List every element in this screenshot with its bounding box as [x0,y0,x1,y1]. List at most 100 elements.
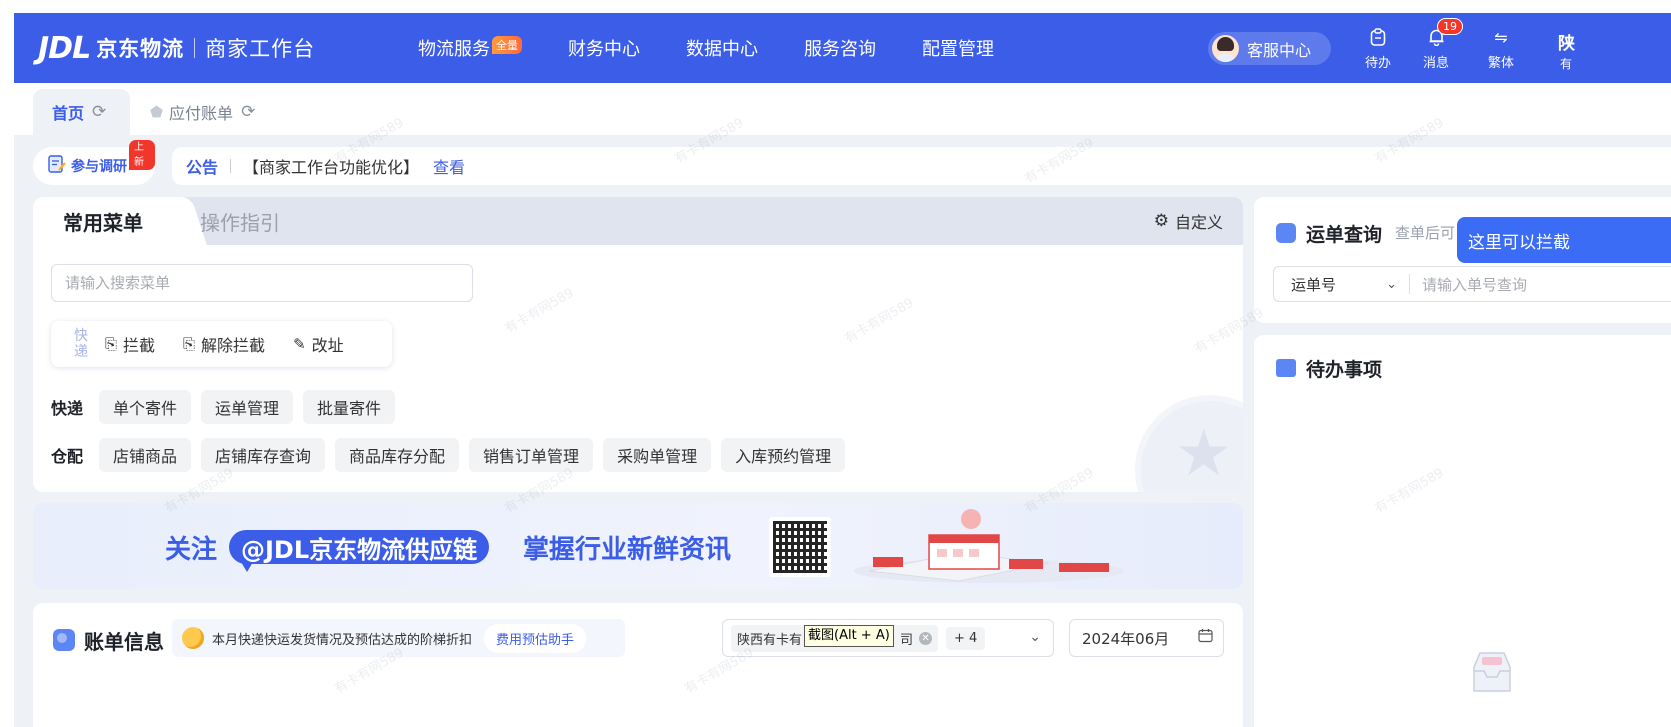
bill-info-title: 账单信息 [84,630,164,654]
tab-operation-guide-label: 操作指引 [200,210,280,235]
chip-store-inventory[interactable]: 店铺库存查询 [201,438,326,472]
nav-item-finance[interactable]: 财务中心 [568,35,640,61]
tab-common-menu[interactable]: 常用菜单 [33,197,173,245]
wallet-icon [53,629,75,651]
coin-icon [182,627,204,649]
customize-label: 自定义 [1174,213,1223,232]
month-value: 2024年06月 [1082,629,1170,648]
browser-top-strip [0,0,1671,13]
left-gutter [0,13,14,727]
message-count-badge: 19 [1437,18,1463,35]
bill-tip-text: 本月快递快运发货情况及预估达成的阶梯折扣 [212,632,473,648]
user-subtitle-truncated: 有 [1560,57,1573,71]
survey-icon [47,154,67,178]
clipboard-icon [1370,26,1386,48]
chip-store-products[interactable]: 店铺商品 [99,438,192,472]
waybill-query-hint: 查单后可 [1395,224,1456,242]
nav-item-logistics[interactable]: 物流服务 全量 [418,35,522,61]
warehouse-row-label: 仓配 [51,447,84,466]
pentagon-icon: ⬟ [150,103,164,121]
tab-common-menu-label: 常用菜单 [63,210,143,235]
announcement-divider [230,159,232,173]
nav-item-consult[interactable]: 服务咨询 [804,35,876,61]
quick-actions-tag: 快递 [74,328,88,360]
company-tag-label: 陕西有卡有 [737,632,803,648]
announcement-label: 公告 [186,158,219,177]
chip-batch-send[interactable]: 批量寄件 [303,390,396,424]
nav-item-label: 配置管理 [922,39,994,60]
customize-button[interactable]: ⚙ 自定义 [1154,197,1223,245]
todo-card: 待办事项 [1254,335,1671,727]
intercept-action[interactable]: ⎘ 拦截 [105,332,155,356]
todo-title: 待办事项 [1306,359,1383,381]
cancel-intercept-action[interactable]: ⎘ 解除拦截 [183,332,265,356]
chip-sales-orders[interactable]: 销售订单管理 [469,438,594,472]
nav-item-data[interactable]: 数据中心 [686,35,758,61]
folder-icon [1276,359,1296,377]
banner-slogan: 掌握行业新鲜资讯 [523,535,732,565]
chip-inventory-allocation[interactable]: 商品库存分配 [335,438,460,472]
tab-payable-label: 应付账单 [169,104,234,123]
waybill-type-value: 运单号 [1291,275,1337,294]
chip-waybill-management[interactable]: 运单管理 [201,390,294,424]
announcement-bar: 公告 【商家工作台功能优化】 查看 [172,147,1671,185]
change-address-action[interactable]: ✎ 改址 [293,332,344,356]
messages-tool-label: 消息 [1422,56,1449,71]
nav-item-label: 财务中心 [568,39,640,60]
customer-service-button[interactable]: 客服中心 [1208,32,1331,65]
intercept-hint-tooltip[interactable]: 这里可以拦截 [1457,217,1671,263]
tab-home-label: 首页 [52,104,85,123]
screenshot-tooltip: 截图(Alt + A) [804,625,894,647]
agent-avatar [1212,35,1239,62]
bill-info-card: 账单信息 本月快递快运发货情况及预估达成的阶梯折扣 费用预估助手 陕西有卡有 司… [33,603,1243,727]
gear-icon: ⚙ [1153,211,1169,231]
announcement-view-link[interactable]: 查看 [433,154,465,178]
edit-doc-icon: ✎ [293,335,306,353]
more-companies-count: + 4 [946,626,986,650]
survey-button[interactable]: 参与调研 上新 [33,140,155,185]
traditional-chinese-label: 繁体 [1487,56,1514,71]
nav-item-label: 服务咨询 [804,39,876,60]
chip-single-send[interactable]: 单个寄件 [99,390,192,424]
todo-tool-button[interactable]: 待办 [1353,26,1403,71]
express-row-label: 快递 [51,399,84,418]
refresh-icon[interactable]: ⟳ [92,102,106,122]
document-icon [1276,223,1296,243]
jdl-logo-text: JDL [38,30,91,66]
cancel-intercept-label: 解除拦截 [201,336,266,355]
menu-card-tabs: 常用菜单 操作指引 ⚙ 自定义 [33,197,1243,245]
express-quick-actions: 快递 ⎘ 拦截 ⎘ 解除拦截 ✎ 改址 [51,321,392,367]
survey-label: 参与调研 [71,159,127,175]
chevron-down-icon: ⌄ [1029,629,1041,645]
chevron-down-icon: ⌄ [1386,276,1397,292]
warehouse-menu-row: 仓配 店铺商品 店铺库存查询 商品库存分配 销售订单管理 采购单管理 入库预约管… [51,438,855,472]
tab-home[interactable]: 首页 ⟳ [33,89,130,135]
main-nav: 物流服务 全量 财务中心 数据中心 服务咨询 配置管理 [418,13,1040,83]
user-name-truncated[interactable]: 陕 [1558,29,1575,54]
menu-search-input[interactable] [51,264,473,302]
express-menu-row: 快递 单个寄件 运单管理 批量寄件 [51,390,405,424]
messages-tool-button[interactable]: 19 消息 [1411,18,1463,71]
chip-inbound-appointments[interactable]: 入库预约管理 [721,438,846,472]
nav-item-label: 物流服务 [418,39,490,60]
top-navbar: JDL 京东物流 商家工作台 物流服务 全量 财务中心 数据中心 服务咨询 配置… [14,13,1671,83]
chip-purchase-orders[interactable]: 采购单管理 [603,438,712,472]
cost-estimator-button[interactable]: 费用预估助手 [484,623,587,653]
tab-payable-bill[interactable]: ⬟ 应付账单 ⟳ [148,89,255,135]
cancel-intercept-icon: ⎘ [183,335,196,353]
remove-tag-icon[interactable]: ✕ [919,631,933,645]
calendar-icon [1198,628,1213,647]
intercept-icon: ⎘ [105,335,118,353]
refresh-icon[interactable]: ⟳ [241,102,255,122]
banner-account-pill: @JDL京东物流供应链 [229,530,490,572]
waybill-type-select[interactable]: 运单号 ⌄ [1274,274,1410,294]
month-picker[interactable]: 2024年06月 [1069,619,1224,657]
traditional-chinese-toggle[interactable]: ⇋ 繁体 [1476,26,1526,72]
nav-item-config[interactable]: 配置管理 [922,35,994,61]
customer-service-label: 客服中心 [1247,40,1312,60]
waybill-number-input[interactable]: 请输入单号查询 [1410,274,1527,295]
promo-banner[interactable]: 关注 @JDL京东物流供应链 掌握行业新鲜资讯 [33,503,1243,589]
brand-logo[interactable]: JDL 京东物流 商家工作台 [38,30,315,66]
nav-badge: 全量 [492,36,522,54]
tab-operation-guide[interactable]: 操作指引 [200,197,280,245]
